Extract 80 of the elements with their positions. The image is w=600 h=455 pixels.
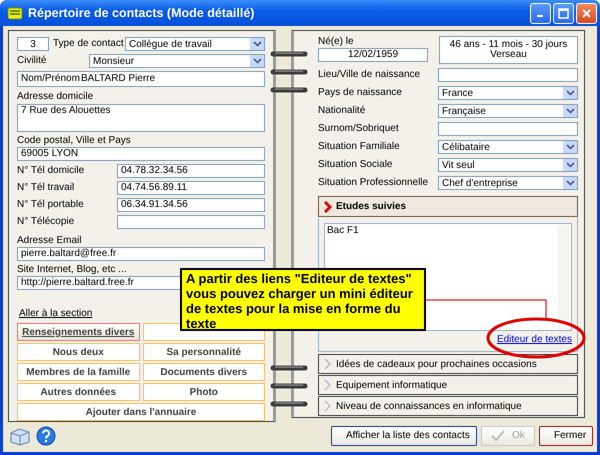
field-label: Code postal, Ville et Pays bbox=[17, 135, 132, 147]
field-label: Pays de naissance bbox=[318, 87, 403, 99]
field-label: Adresse Email bbox=[17, 235, 82, 247]
phone-field[interactable]: 04.74.56.89.11 bbox=[117, 181, 265, 195]
section-button[interactable]: Photo bbox=[142, 383, 265, 401]
minimize-button[interactable] bbox=[530, 2, 551, 24]
civility-dropdown[interactable]: Monsieur bbox=[89, 54, 265, 68]
dropdown[interactable]: Chef d'entreprise bbox=[438, 176, 578, 190]
section-button[interactable]: Documents divers bbox=[142, 363, 265, 381]
maximize-icon bbox=[558, 8, 569, 18]
dropdown-arrow-icon bbox=[563, 159, 577, 171]
field-label: Civilité bbox=[17, 55, 48, 67]
dropdown[interactable]: France bbox=[438, 86, 578, 100]
chevron-icon bbox=[323, 358, 332, 370]
section-title: Niveau de connaissances en informatique bbox=[336, 400, 522, 412]
dropdown-arrow-icon bbox=[563, 141, 577, 153]
dropdown[interactable]: Vit seul bbox=[438, 158, 578, 172]
dropdown-arrow-icon bbox=[563, 177, 577, 189]
field-label: Situation Professionnelle bbox=[318, 177, 430, 189]
field-label: Né(e) le bbox=[318, 36, 355, 48]
dropdown-arrow-icon bbox=[250, 55, 264, 67]
text-field[interactable] bbox=[438, 68, 578, 82]
dropdown[interactable]: Célibataire bbox=[438, 140, 578, 154]
close-button[interactable] bbox=[576, 2, 597, 24]
field-label: Adresse domicile bbox=[17, 91, 94, 103]
chevron-icon bbox=[323, 400, 332, 412]
scrollbar[interactable] bbox=[558, 225, 570, 329]
contact-number-field[interactable]: 3 bbox=[17, 37, 49, 51]
field-label: Surnom/Sobriquet bbox=[318, 123, 400, 135]
section-title: Idées de cadeaux pour prochaines occasions bbox=[336, 358, 537, 370]
dropdown-arrow-icon bbox=[563, 105, 577, 117]
postal-city-field[interactable]: 69005 LYON bbox=[17, 147, 265, 161]
notebook-icon bbox=[7, 5, 23, 21]
dropdown-arrow-icon bbox=[563, 87, 577, 99]
phone-field[interactable] bbox=[117, 215, 265, 229]
field-label: Situation Familiale bbox=[318, 141, 401, 153]
window-title: Répertoire de contacts (Mode détaillé) bbox=[28, 6, 256, 20]
close-button[interactable]: Fermer bbox=[539, 426, 593, 446]
section-button[interactable]: Membres de la famille bbox=[17, 363, 140, 381]
field-label: N° Tél travail bbox=[17, 182, 76, 194]
age-text: 46 ans - 11 mois - 30 jours bbox=[450, 40, 568, 50]
field-label: N° Tél domicile bbox=[17, 165, 86, 177]
phone-field[interactable]: 06.34.91.34.56 bbox=[117, 198, 265, 212]
phone-field[interactable]: 04.78.32.34.56 bbox=[117, 164, 265, 178]
section-title: Equipement informatique bbox=[336, 380, 448, 390]
section-button[interactable]: Sa personnalité bbox=[142, 343, 265, 361]
field-label: Situation Sociale bbox=[318, 159, 394, 171]
section-button[interactable]: Ajouter dans l'annuaire bbox=[17, 403, 265, 421]
email-field[interactable]: pierre.baltard@free.fr bbox=[17, 247, 265, 261]
section-button[interactable]: Nous deux bbox=[17, 343, 140, 361]
help-icon[interactable] bbox=[36, 426, 56, 446]
age-text: Verseau bbox=[490, 50, 527, 60]
field-label: Nationalité bbox=[318, 105, 366, 117]
maximize-button[interactable] bbox=[553, 2, 574, 24]
contact-type-dropdown[interactable]: Collègue de travail bbox=[125, 37, 265, 51]
text-field[interactable] bbox=[438, 122, 578, 136]
field-label: N° Télécopie bbox=[17, 216, 76, 228]
checkmark-icon bbox=[490, 428, 506, 442]
address-field[interactable]: 7 Rue des Alouettes bbox=[17, 104, 265, 132]
show-list-button[interactable]: Afficher la liste des contacts bbox=[331, 426, 477, 446]
section-title: Etudes suivies bbox=[336, 201, 406, 212]
section-header[interactable]: Idées de cadeaux pour prochaines occasions bbox=[318, 354, 578, 374]
section-link[interactable]: Aller à la section bbox=[19, 308, 92, 319]
section-header[interactable]: Niveau de connaissances en informatique bbox=[318, 396, 578, 416]
dropdown-arrow-icon bbox=[250, 38, 264, 50]
minimize-icon bbox=[537, 15, 544, 17]
close-icon bbox=[581, 8, 592, 18]
birth-date-field[interactable]: 12/02/1959 bbox=[318, 48, 428, 62]
dropdown[interactable]: Française bbox=[438, 104, 578, 118]
name-field[interactable]: Nom/PrénomBALTARD Pierre bbox=[17, 71, 265, 87]
section-button[interactable]: Autres données bbox=[17, 383, 140, 401]
field-label: Lieu/Ville de naissance bbox=[318, 69, 422, 81]
field-label: Site Internet, Blog, etc ... bbox=[17, 264, 128, 276]
section-header[interactable]: Etudes suivies bbox=[318, 196, 578, 217]
chevron-icon bbox=[323, 200, 332, 212]
callout-tooltip: A partir des liens "Editeur de textes" vous pouvez charger un mini éditeur de textes pour la mise en forme du texte bbox=[180, 268, 426, 331]
field-label: N° Tél portable bbox=[17, 199, 85, 211]
chevron-icon bbox=[323, 379, 332, 391]
section-header[interactable]: Equipement informatique bbox=[318, 375, 578, 395]
section-button[interactable]: Renseignements divers bbox=[17, 323, 140, 341]
